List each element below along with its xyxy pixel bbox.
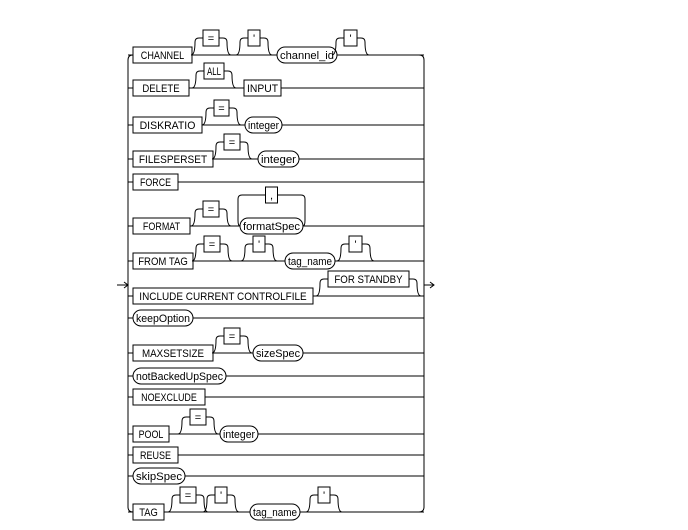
keyword-label: = [185, 490, 191, 502]
keyword-label: = [208, 204, 214, 216]
railroad-svg: CHANNEL = ' channel_id ' DELETE ALL INPUT DISKRA… [117, 29, 435, 521]
keyword-label: ' [349, 33, 351, 45]
keyword-label: FOR STANDBY [334, 274, 403, 286]
separator-label: , [270, 190, 273, 202]
nonterminal-label: integer [248, 120, 279, 132]
keyword-label: CHANNEL [141, 50, 184, 62]
left-rail [127, 54, 134, 513]
keyword-label: MAXSETSIZE [142, 348, 204, 360]
keyword-label: = [195, 412, 201, 424]
keyword-label: = [218, 103, 224, 115]
keyword-label: DELETE [142, 83, 179, 95]
keyword-label: FROM TAG [138, 256, 188, 268]
keyword-label: ' [258, 239, 260, 251]
keyword-label: ALL [207, 66, 221, 78]
keyword-label: REUSE [140, 450, 171, 462]
keyword-label: = [229, 137, 235, 149]
nonterminal-label: tag_name [253, 507, 297, 519]
nonterminal-label: tag_name [288, 256, 332, 268]
nonterminal-label: formatSpec [243, 221, 301, 233]
keyword-label: ' [354, 239, 356, 251]
right-rail [418, 54, 425, 513]
keyword-label: ' [253, 33, 255, 45]
keyword-label: INCLUDE CURRENT CONTROLFILE [139, 291, 306, 303]
keyword-label: = [209, 239, 215, 251]
nonterminal-label: sizeSpec [256, 348, 300, 360]
exit-arrow-icon [424, 281, 435, 289]
nonterminal-label: keepOption [136, 313, 190, 325]
keyword-label: ' [220, 490, 222, 502]
keyword-label: INPUT [247, 83, 278, 95]
keyword-label: = [229, 331, 235, 343]
nonterminal-label: integer [223, 429, 255, 441]
nonterminal-label: notBackedUpSpec [136, 371, 223, 383]
keyword-label: ' [323, 490, 325, 502]
keyword-label: FILESPERSET [139, 154, 207, 166]
syntax-diagram: CHANNEL = ' channel_id ' DELETE ALL INPUT DISKRA… [0, 0, 688, 530]
keyword-label: TAG [139, 507, 158, 519]
nonterminal-label: integer [261, 154, 296, 166]
keyword-label: = [208, 33, 214, 45]
nonterminal-label: skipSpec [136, 471, 183, 483]
entry-arrow-icon [117, 281, 129, 289]
keyword-label: NOEXCLUDE [141, 392, 197, 404]
keyword-label: DISKRATIO [140, 120, 196, 132]
keyword-label: POOL [139, 429, 164, 441]
keyword-label: FORCE [140, 177, 171, 189]
keyword-label: FORMAT [143, 221, 180, 233]
nonterminal-label: channel_id [280, 50, 334, 62]
